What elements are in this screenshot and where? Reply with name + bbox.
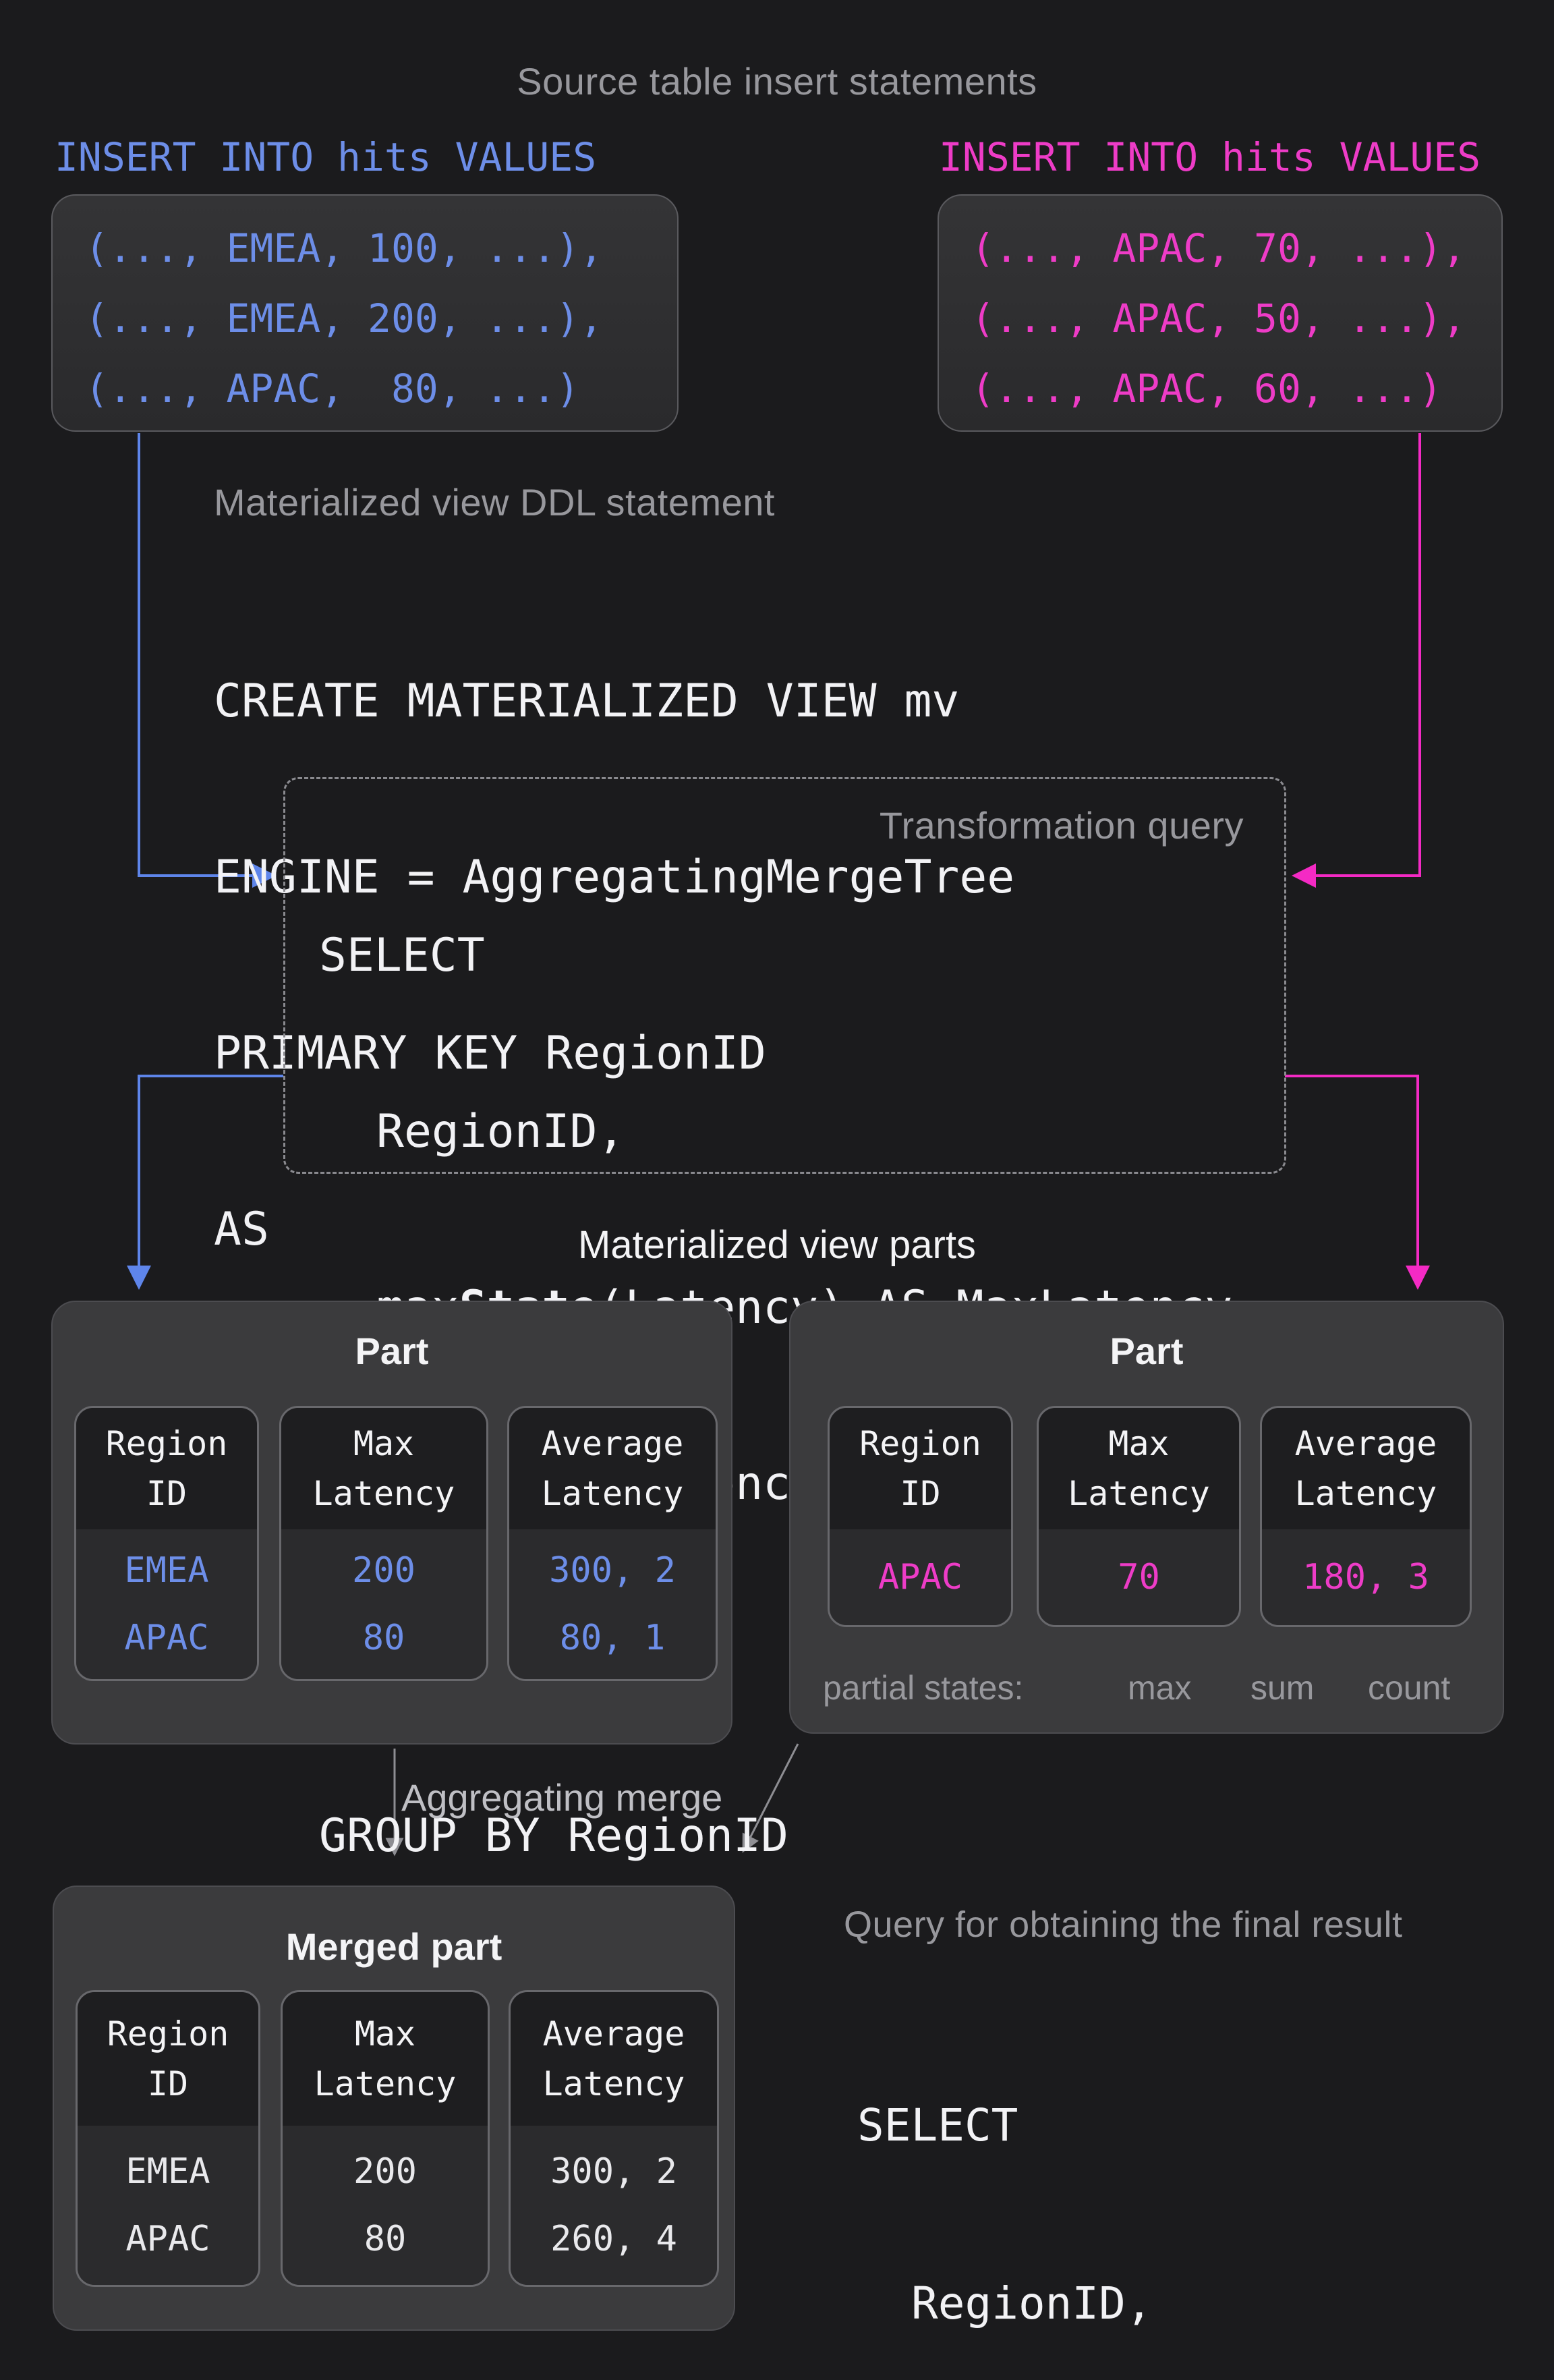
insert-right-box: (..., APAC, 70, ...), (..., APAC, 50, ..… — [938, 194, 1503, 432]
column-header: Max Latency — [281, 1408, 486, 1529]
magenta-arrow-insert-to-query — [1298, 433, 1420, 876]
column-header: Average Latency — [1262, 1408, 1470, 1529]
code-line: SELECT — [857, 2096, 1474, 2155]
insert-right-heading: INSERT INTO hits VALUES — [939, 134, 1480, 181]
column-header: Max Latency — [283, 1992, 488, 2126]
column-value: 200 — [281, 1537, 486, 1604]
annotation-max: max — [1128, 1668, 1191, 1707]
column-value: EMEA — [78, 2138, 258, 2205]
column-card: Region ID EMEA APAC — [76, 1990, 260, 2287]
column-card: Max Latency 200 80 — [281, 1990, 490, 2287]
code-line: RegionID, — [911, 2274, 1474, 2333]
merged-part-title: Merged part — [54, 1925, 734, 1968]
diagram-canvas: Source table insert statements INSERT IN… — [0, 0, 1554, 2380]
part-box-right: Part Region ID APAC Max Latency 70 Avera… — [789, 1301, 1504, 1734]
insert-row: (..., APAC, 50, ...), — [971, 283, 1501, 353]
column-value: 80 — [281, 1604, 486, 1672]
insert-left-heading: INSERT INTO hits VALUES — [55, 134, 596, 181]
column-card: Average Latency 300, 2 260, 4 — [509, 1990, 719, 2287]
column-value: APAC — [76, 1604, 257, 1672]
column-card: Region ID EMEA APAC — [74, 1406, 259, 1681]
part-title: Part — [790, 1329, 1503, 1373]
column-card: Average Latency 180, 3 — [1260, 1406, 1472, 1627]
insert-left-box: (..., EMEA, 100, ...), (..., EMEA, 200, … — [51, 194, 679, 432]
column-value: APAC — [78, 2205, 258, 2273]
annotation-count: count — [1368, 1668, 1450, 1707]
column-value: 180, 3 — [1262, 1543, 1470, 1611]
column-value: 300, 2 — [511, 2138, 717, 2205]
parts-section-title: Materialized view parts — [0, 1222, 1554, 1268]
column-value: 260, 4 — [511, 2205, 717, 2273]
column-header: Average Latency — [509, 1408, 716, 1529]
part-title: Part — [53, 1329, 731, 1373]
column-value: APAC — [830, 1543, 1011, 1611]
column-header: Region ID — [830, 1408, 1011, 1529]
part-box-left: Part Region ID EMEA APAC Max Latency 200… — [51, 1301, 732, 1745]
column-value: 200 — [283, 2138, 488, 2205]
column-header: Region ID — [76, 1408, 257, 1529]
final-query-title: Query for obtaining the final result — [844, 1904, 1402, 1946]
column-card: Region ID APAC — [828, 1406, 1013, 1627]
column-value: EMEA — [76, 1537, 257, 1604]
insert-row: (..., APAC, 70, ...), — [971, 213, 1501, 283]
insert-row: (..., EMEA, 200, ...), — [85, 283, 677, 353]
column-value: 300, 2 — [509, 1537, 716, 1604]
column-header: Average Latency — [511, 1992, 717, 2126]
column-card: Max Latency 200 80 — [279, 1406, 488, 1681]
insert-row: (..., APAC, 80, ...) — [85, 353, 677, 424]
column-header: Region ID — [78, 1992, 258, 2126]
annotation-sum: sum — [1250, 1668, 1314, 1707]
insert-row: (..., EMEA, 100, ...), — [85, 213, 677, 283]
merged-part-box: Merged part Region ID EMEA APAC Max Late… — [53, 1886, 735, 2331]
transformation-box: Transformation query SELECT RegionID, ma… — [283, 777, 1286, 1174]
column-value: 70 — [1039, 1543, 1239, 1611]
ddl-title: Materialized view DDL statement — [214, 480, 775, 524]
ddl-code-line: CREATE MATERIALIZED VIEW mv — [214, 672, 1014, 731]
partial-states-label: partial states: — [823, 1668, 1023, 1707]
code-line: RegionID, — [376, 1102, 1232, 1161]
code-line: SELECT — [319, 926, 1232, 985]
final-query-code: SELECT RegionID, maxMerge(MaxLatency), a… — [857, 1977, 1474, 2380]
merge-label: Aggregating merge — [401, 1776, 722, 1819]
column-value: 80 — [283, 2205, 488, 2273]
insert-row: (..., APAC, 60, ...) — [971, 353, 1501, 424]
column-card: Average Latency 300, 2 80, 1 — [507, 1406, 718, 1681]
page-title: Source table insert statements — [0, 59, 1554, 103]
column-value: 80, 1 — [509, 1604, 716, 1672]
column-card: Max Latency 70 — [1037, 1406, 1241, 1627]
column-header: Max Latency — [1039, 1408, 1239, 1529]
